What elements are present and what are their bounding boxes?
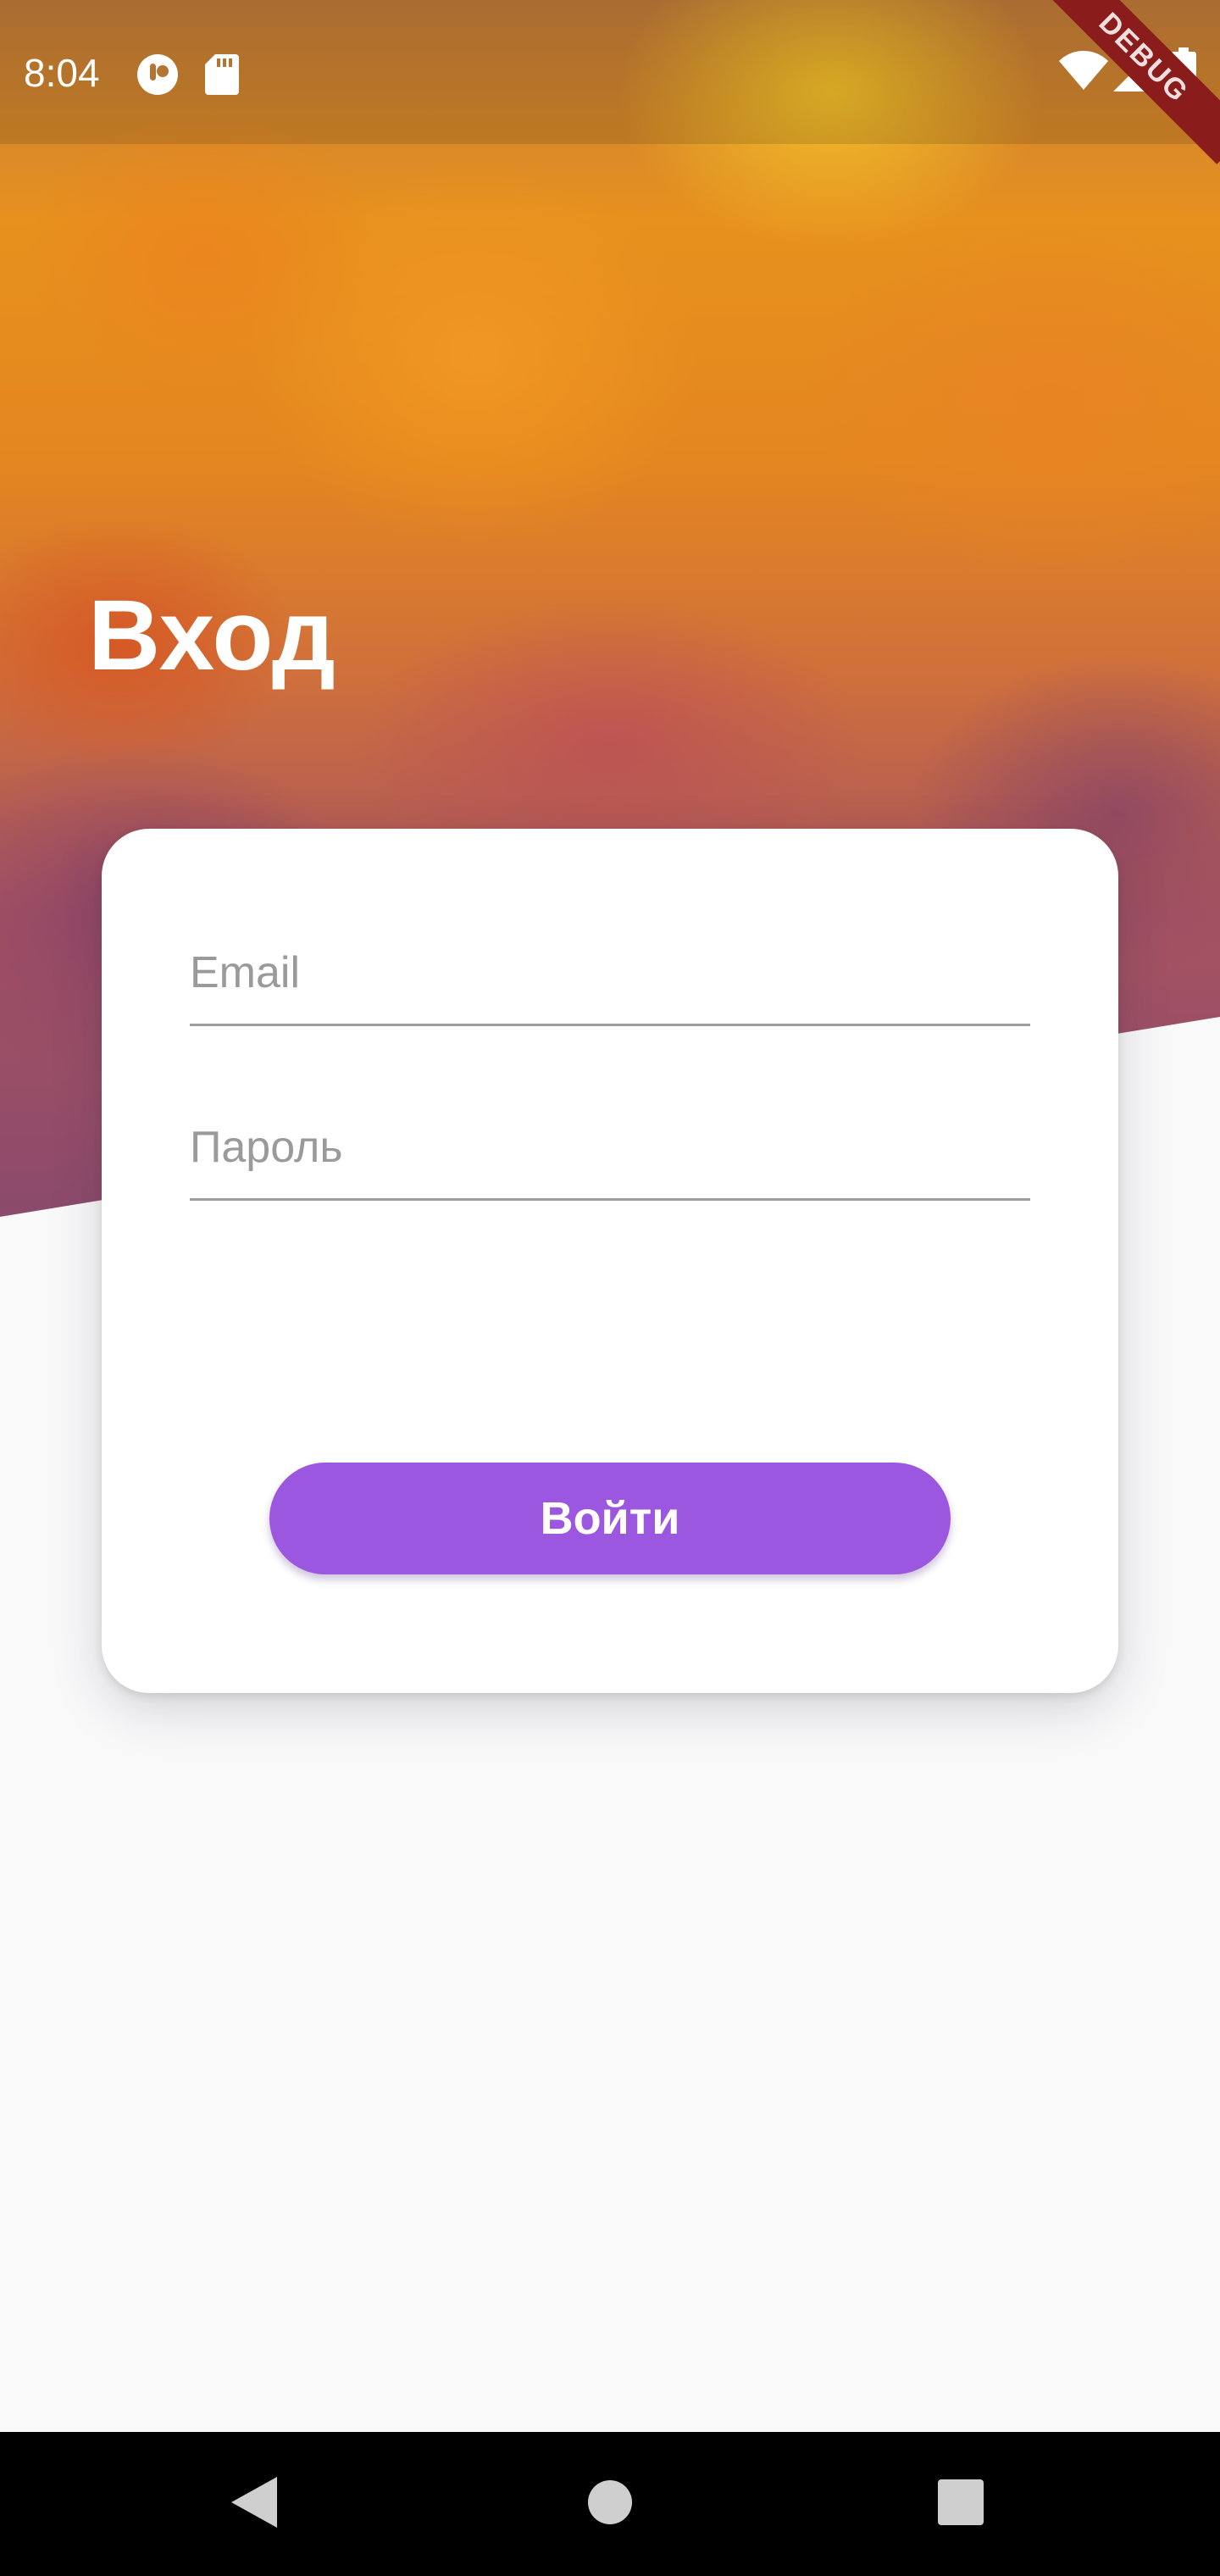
recents-icon xyxy=(938,2479,984,2529)
app-notification-icon xyxy=(136,53,180,101)
page-title: Вход xyxy=(88,580,336,691)
status-bar: 8:04 DEBUG xyxy=(0,0,1220,164)
back-button[interactable] xyxy=(216,2466,292,2542)
home-icon xyxy=(587,2479,633,2529)
home-button[interactable] xyxy=(572,2466,648,2542)
wifi-icon xyxy=(1059,51,1108,94)
navigation-bar xyxy=(0,2432,1220,2576)
recents-button[interactable] xyxy=(923,2466,999,2542)
status-time: 8:04 xyxy=(24,51,100,95)
login-button[interactable]: Войти xyxy=(269,1463,951,1574)
login-card: Войти xyxy=(102,829,1118,1693)
sd-card-icon xyxy=(205,54,239,99)
back-icon xyxy=(231,2476,277,2532)
password-field[interactable] xyxy=(190,1096,1030,1201)
email-field[interactable] xyxy=(190,922,1030,1026)
